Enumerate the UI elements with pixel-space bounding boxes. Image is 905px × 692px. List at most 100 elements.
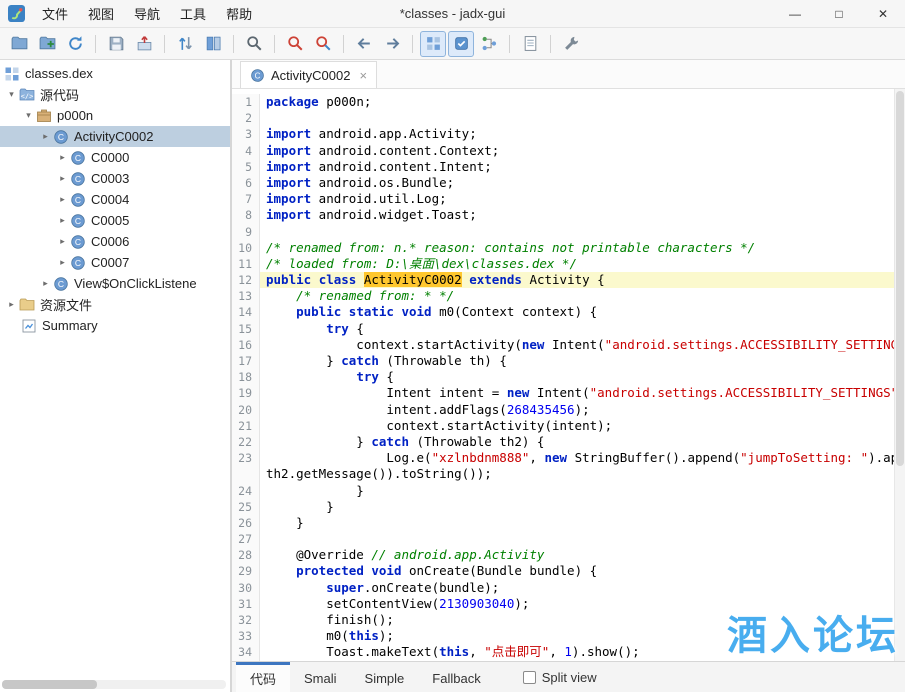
code-line[interactable]: 23 Log.e("xzlnbdnm888", new StringBuffer… [232,450,894,466]
code-line[interactable]: 28 @Override // android.app.Activity [232,547,894,563]
text-search-icon[interactable] [310,31,336,57]
chevron-right-icon[interactable]: ▸ [38,131,53,142]
code-line[interactable]: 15 try { [232,321,894,337]
menu-navigation[interactable]: 导航 [124,0,170,27]
code-line[interactable]: 7import android.util.Log; [232,191,894,207]
code-line[interactable]: 5import android.content.Intent; [232,159,894,175]
code-line[interactable]: 30 super.onCreate(bundle); [232,580,894,596]
code-line[interactable]: 11/* loaded from: D:\桌面\dex\classes.dex … [232,256,894,272]
flat-packages-icon[interactable] [200,31,226,57]
chevron-right-icon[interactable]: ▸ [55,173,70,184]
menu-help[interactable]: 帮助 [216,0,262,27]
code-line-text: /* loaded from: D:\桌面\dex\classes.dex */ [260,256,894,272]
tree-item-c0003[interactable]: ▸CC0003 [0,168,230,189]
code-line[interactable]: 27 [232,531,894,547]
tab-code[interactable]: 代码 [236,662,290,692]
tree-item-summary[interactable]: Summary [0,315,230,336]
code-line[interactable]: 17 } catch (Throwable th) { [232,353,894,369]
scrollbar-thumb[interactable] [896,91,904,466]
chevron-right-icon[interactable]: ▸ [55,215,70,226]
code-editor[interactable]: 1package p000n;23import android.app.Acti… [232,89,894,661]
chevron-down-icon[interactable]: ▾ [4,89,19,100]
code-line[interactable]: 14 public static void m0(Context context… [232,304,894,320]
menu-view[interactable]: 视图 [78,0,124,27]
tree-item-c0006[interactable]: ▸CC0006 [0,231,230,252]
tab-smali[interactable]: Smali [290,662,351,692]
open-file-icon[interactable] [6,31,32,57]
code-line[interactable]: 2 [232,110,894,126]
tree-item-classes-dex[interactable]: classes.dex [0,63,230,84]
code-line[interactable]: 21 context.startActivity(intent); [232,418,894,434]
chevron-down-icon[interactable]: ▾ [21,110,36,121]
editor-tab-activityc0002[interactable]: C ActivityC0002 × [240,61,377,88]
chevron-right-icon[interactable]: ▸ [55,236,70,247]
code-line[interactable]: 13 /* renamed from: * */ [232,288,894,304]
search-icon[interactable] [241,31,267,57]
tree-item-c0000[interactable]: ▸CC0000 [0,147,230,168]
tab-fallback[interactable]: Fallback [418,662,494,692]
close-button[interactable]: ✕ [861,0,905,27]
chevron-right-icon[interactable]: ▸ [4,299,19,310]
code-line[interactable]: 31 setContentView(2130903040); [232,596,894,612]
chevron-right-icon[interactable]: ▸ [55,194,70,205]
menu-file[interactable]: 文件 [32,0,78,27]
tree-item-c0007[interactable]: ▸CC0007 [0,252,230,273]
split-view-checkbox[interactable] [523,671,536,684]
tree-item-resources[interactable]: ▸资源文件 [0,294,230,315]
preferences-icon[interactable] [558,31,584,57]
code-line[interactable]: 4import android.content.Context; [232,143,894,159]
code-line[interactable]: 29 protected void onCreate(Bundle bundle… [232,563,894,579]
add-files-icon[interactable] [34,31,60,57]
titlebar: 文件视图导航工具帮助 *classes - jadx-gui — □ ✕ [0,0,905,28]
chevron-right-icon[interactable]: ▸ [38,278,53,289]
code-line-text: import android.os.Bundle; [260,175,894,191]
code-line[interactable]: 1package p000n; [232,94,894,110]
back-icon[interactable] [351,31,377,57]
code-line[interactable]: 3import android.app.Activity; [232,126,894,142]
code-line[interactable]: 6import android.os.Bundle; [232,175,894,191]
code-line[interactable]: 18 try { [232,369,894,385]
code-line[interactable]: 9 [232,224,894,240]
class-search-icon[interactable] [282,31,308,57]
code-line[interactable]: 16 context.startActivity(new Intent("and… [232,337,894,353]
tree-item-view-onclicklistener[interactable]: ▸CView$OnClickListene [0,273,230,294]
export-icon[interactable] [131,31,157,57]
chevron-right-icon[interactable]: ▸ [55,257,70,268]
code-line[interactable]: 12public class ActivityC0002 extends Act… [232,272,894,288]
code-line[interactable]: 19 Intent intent = new Intent("android.s… [232,385,894,401]
tree-item-p000n[interactable]: ▾p000n [0,105,230,126]
save-all-icon[interactable] [103,31,129,57]
tab-simple[interactable]: Simple [351,662,419,692]
menu-tools[interactable]: 工具 [170,0,216,27]
tree-item-activityc0002[interactable]: ▸CActivityC0002 [0,126,230,147]
log-viewer-icon[interactable] [517,31,543,57]
code-line[interactable]: 33 m0(this); [232,628,894,644]
code-line[interactable]: 20 intent.addFlags(268435456); [232,402,894,418]
code-line[interactable]: 26 } [232,515,894,531]
dots-tree-icon[interactable] [476,31,502,57]
code-line[interactable]: 10/* renamed from: n.* reason: contains … [232,240,894,256]
scrollbar-thumb[interactable] [2,680,97,689]
chevron-right-icon[interactable]: ▸ [55,152,70,163]
deobfuscation-icon[interactable] [420,31,446,57]
tree-item-label: C0004 [91,192,129,207]
tree-item-c0005[interactable]: ▸CC0005 [0,210,230,231]
editor-vertical-scrollbar[interactable] [894,89,905,661]
minimize-button[interactable]: — [773,0,817,27]
reload-icon[interactable] [62,31,88,57]
code-line[interactable]: 8import android.widget.Toast; [232,207,894,223]
code-line[interactable]: 24 } [232,483,894,499]
forward-icon[interactable] [379,31,405,57]
sync-icon[interactable] [172,31,198,57]
code-line[interactable]: 32 finish(); [232,612,894,628]
code-line[interactable]: 22 } catch (Throwable th2) { [232,434,894,450]
code-line[interactable]: 34 Toast.makeText(this, "点击即可", 1).show(… [232,644,894,660]
code-line[interactable]: 25 } [232,499,894,515]
tab-close-icon[interactable]: × [359,68,367,83]
tree-item-c0004[interactable]: ▸CC0004 [0,189,230,210]
maximize-button[interactable]: □ [817,0,861,27]
sidebar-horizontal-scrollbar[interactable] [2,680,226,689]
inconsistent-code-icon[interactable] [448,31,474,57]
code-line[interactable]: th2.getMessage()).toString()); [232,466,894,482]
tree-item-source-code[interactable]: ▾</>源代码 [0,84,230,105]
